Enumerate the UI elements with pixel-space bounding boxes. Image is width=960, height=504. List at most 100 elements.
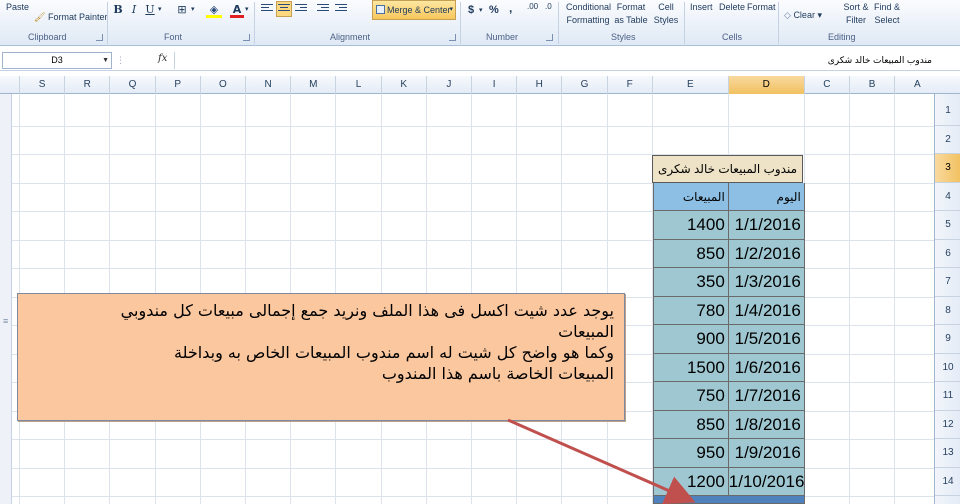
sales-cell[interactable]: 780 <box>652 296 729 325</box>
format-painter-button[interactable]: 🖌︎ Format Painter <box>34 12 107 22</box>
increase-decimal-button[interactable]: .00 <box>527 2 538 12</box>
column-header-j[interactable]: J <box>425 76 471 94</box>
column-header-c[interactable]: C <box>803 76 849 94</box>
sort-filter-button[interactable]: Sort & Filter <box>842 2 870 25</box>
date-cell[interactable]: 1/9/2016 <box>728 439 805 468</box>
number-launcher-icon[interactable] <box>546 34 553 41</box>
name-box-dropdown-icon[interactable]: ▼ <box>102 53 109 68</box>
currency-dropdown-icon[interactable]: ▾ <box>479 6 483 16</box>
decrease-decimal-button[interactable]: .0 <box>545 2 552 12</box>
row-header-5[interactable]: 5 <box>935 211 960 240</box>
sales-cell[interactable]: 1500 <box>652 353 729 382</box>
date-cell[interactable]: 1/10/2016 <box>728 467 805 496</box>
date-cell[interactable]: 1/4/2016 <box>728 296 805 325</box>
date-cell[interactable]: 1/2/2016 <box>728 239 805 268</box>
font-launcher-icon[interactable] <box>243 34 250 41</box>
sales-cell[interactable]: 950 <box>652 439 729 468</box>
align-left-icon[interactable] <box>260 2 274 16</box>
row-header-7[interactable]: 7 <box>935 268 960 297</box>
paste-button[interactable]: Paste <box>6 2 29 12</box>
italic-button[interactable]: I <box>128 2 140 18</box>
column-header-p[interactable]: P <box>154 76 200 94</box>
comma-button[interactable]: , <box>509 2 512 14</box>
sales-cell[interactable]: 850 <box>652 239 729 268</box>
borders-dropdown-icon[interactable]: ▾ <box>191 5 195 15</box>
conditional-formatting-button[interactable]: Conditional Formatting <box>566 2 611 25</box>
column-header-a[interactable]: A <box>894 76 939 94</box>
merge-center-button[interactable]: Merge & Center ▾ <box>372 0 456 20</box>
date-cell[interactable]: 1/6/2016 <box>728 353 805 382</box>
sales-cell[interactable]: 350 <box>652 268 729 297</box>
column-header-o[interactable]: O <box>199 76 245 94</box>
fill-color-icon[interactable]: ◈ <box>206 2 222 18</box>
row-header-4[interactable]: 4 <box>935 183 960 211</box>
column-header-f[interactable]: F <box>606 76 652 94</box>
row-header-13[interactable]: 13 <box>935 439 960 468</box>
column-header-d[interactable]: D <box>727 76 804 94</box>
delete-button[interactable]: Delete <box>719 2 745 12</box>
row-header-10[interactable]: 10 <box>935 354 960 382</box>
clipboard-launcher-icon[interactable] <box>96 34 103 41</box>
row-header-12[interactable]: 12 <box>935 411 960 439</box>
column-header-m[interactable]: M <box>290 76 335 94</box>
header-sales[interactable]: المبيعات <box>652 182 729 211</box>
borders-icon[interactable]: ⊞ <box>174 2 190 18</box>
formula-input[interactable]: مندوب المبيعات خالد شكرى <box>174 52 958 69</box>
underline-dropdown-icon[interactable]: ▾ <box>158 5 162 15</box>
sales-cell[interactable]: 900 <box>652 325 729 354</box>
insert-button[interactable]: Insert <box>690 2 713 12</box>
column-header-h[interactable]: H <box>516 76 561 94</box>
date-cell[interactable]: 1/5/2016 <box>728 325 805 354</box>
date-cell[interactable]: 1/8/2016 <box>728 410 805 439</box>
date-cell[interactable]: 1/1/2016 <box>728 211 805 240</box>
sales-cell[interactable]: 750 <box>652 382 729 411</box>
currency-button[interactable]: $ <box>468 5 474 16</box>
row-header-3[interactable]: 3 <box>935 154 960 183</box>
sales-cell[interactable]: 850 <box>652 410 729 439</box>
font-color-icon[interactable]: A <box>230 2 244 18</box>
column-header-r[interactable]: R <box>64 76 109 94</box>
column-header-b[interactable]: B <box>849 76 894 94</box>
bold-button[interactable]: B <box>112 2 124 18</box>
row-header-14[interactable]: 14 <box>935 468 960 496</box>
cell-styles-button[interactable]: Cell Styles <box>651 2 681 25</box>
find-select-button[interactable]: Find & Select <box>872 2 902 25</box>
column-header-i[interactable]: I <box>471 76 516 94</box>
format-cells-button[interactable]: Format <box>747 2 776 12</box>
align-center-icon[interactable] <box>276 1 292 17</box>
increase-indent-icon[interactable] <box>334 2 348 16</box>
percent-button[interactable]: % <box>489 5 499 16</box>
align-right-icon[interactable] <box>294 2 308 16</box>
insert-function-icon[interactable]: fx <box>158 53 167 64</box>
header-date[interactable]: اليوم <box>728 182 805 211</box>
split-grip-icon[interactable]: ≡ <box>3 316 8 326</box>
row-header-6[interactable]: 6 <box>935 240 960 268</box>
name-box[interactable]: D3 ▼ <box>2 52 112 69</box>
date-cell[interactable]: 1/7/2016 <box>728 382 805 411</box>
row-header-2[interactable]: 2 <box>935 126 960 154</box>
underline-button[interactable]: U <box>144 2 156 18</box>
column-header-e[interactable]: E <box>651 76 728 94</box>
decrease-indent-icon[interactable] <box>316 2 330 16</box>
callout-box[interactable]: يوجد عدد شيت اكسل فى هذا الملف ونريد جمع… <box>17 293 625 421</box>
row-header-1[interactable]: 1 <box>935 97 960 126</box>
format-as-table-button[interactable]: Format as Table <box>612 2 650 25</box>
alignment-launcher-icon[interactable] <box>449 34 456 41</box>
column-header-l[interactable]: L <box>335 76 380 94</box>
sales-cell[interactable]: 1400 <box>652 211 729 240</box>
split-box[interactable]: ≡ <box>0 94 12 504</box>
column-header-k[interactable]: K <box>380 76 426 94</box>
column-header-q[interactable]: Q <box>109 76 154 94</box>
date-cell[interactable]: 1/3/2016 <box>728 268 805 297</box>
table-total-row[interactable] <box>652 496 805 504</box>
table-title[interactable]: مندوب المبيعات خالد شكرى <box>652 155 803 183</box>
column-header-n[interactable]: N <box>245 76 290 94</box>
sales-cell[interactable]: 1200 <box>652 467 729 496</box>
column-header-g[interactable]: G <box>561 76 606 94</box>
font-color-dropdown-icon[interactable]: ▾ <box>245 5 249 15</box>
row-header-8[interactable]: 8 <box>935 297 960 325</box>
column-header-s[interactable]: S <box>19 76 64 94</box>
row-header-11[interactable]: 11 <box>935 382 960 411</box>
row-header-9[interactable]: 9 <box>935 325 960 354</box>
clear-button[interactable]: ◇ Clear ▾ <box>784 10 822 20</box>
